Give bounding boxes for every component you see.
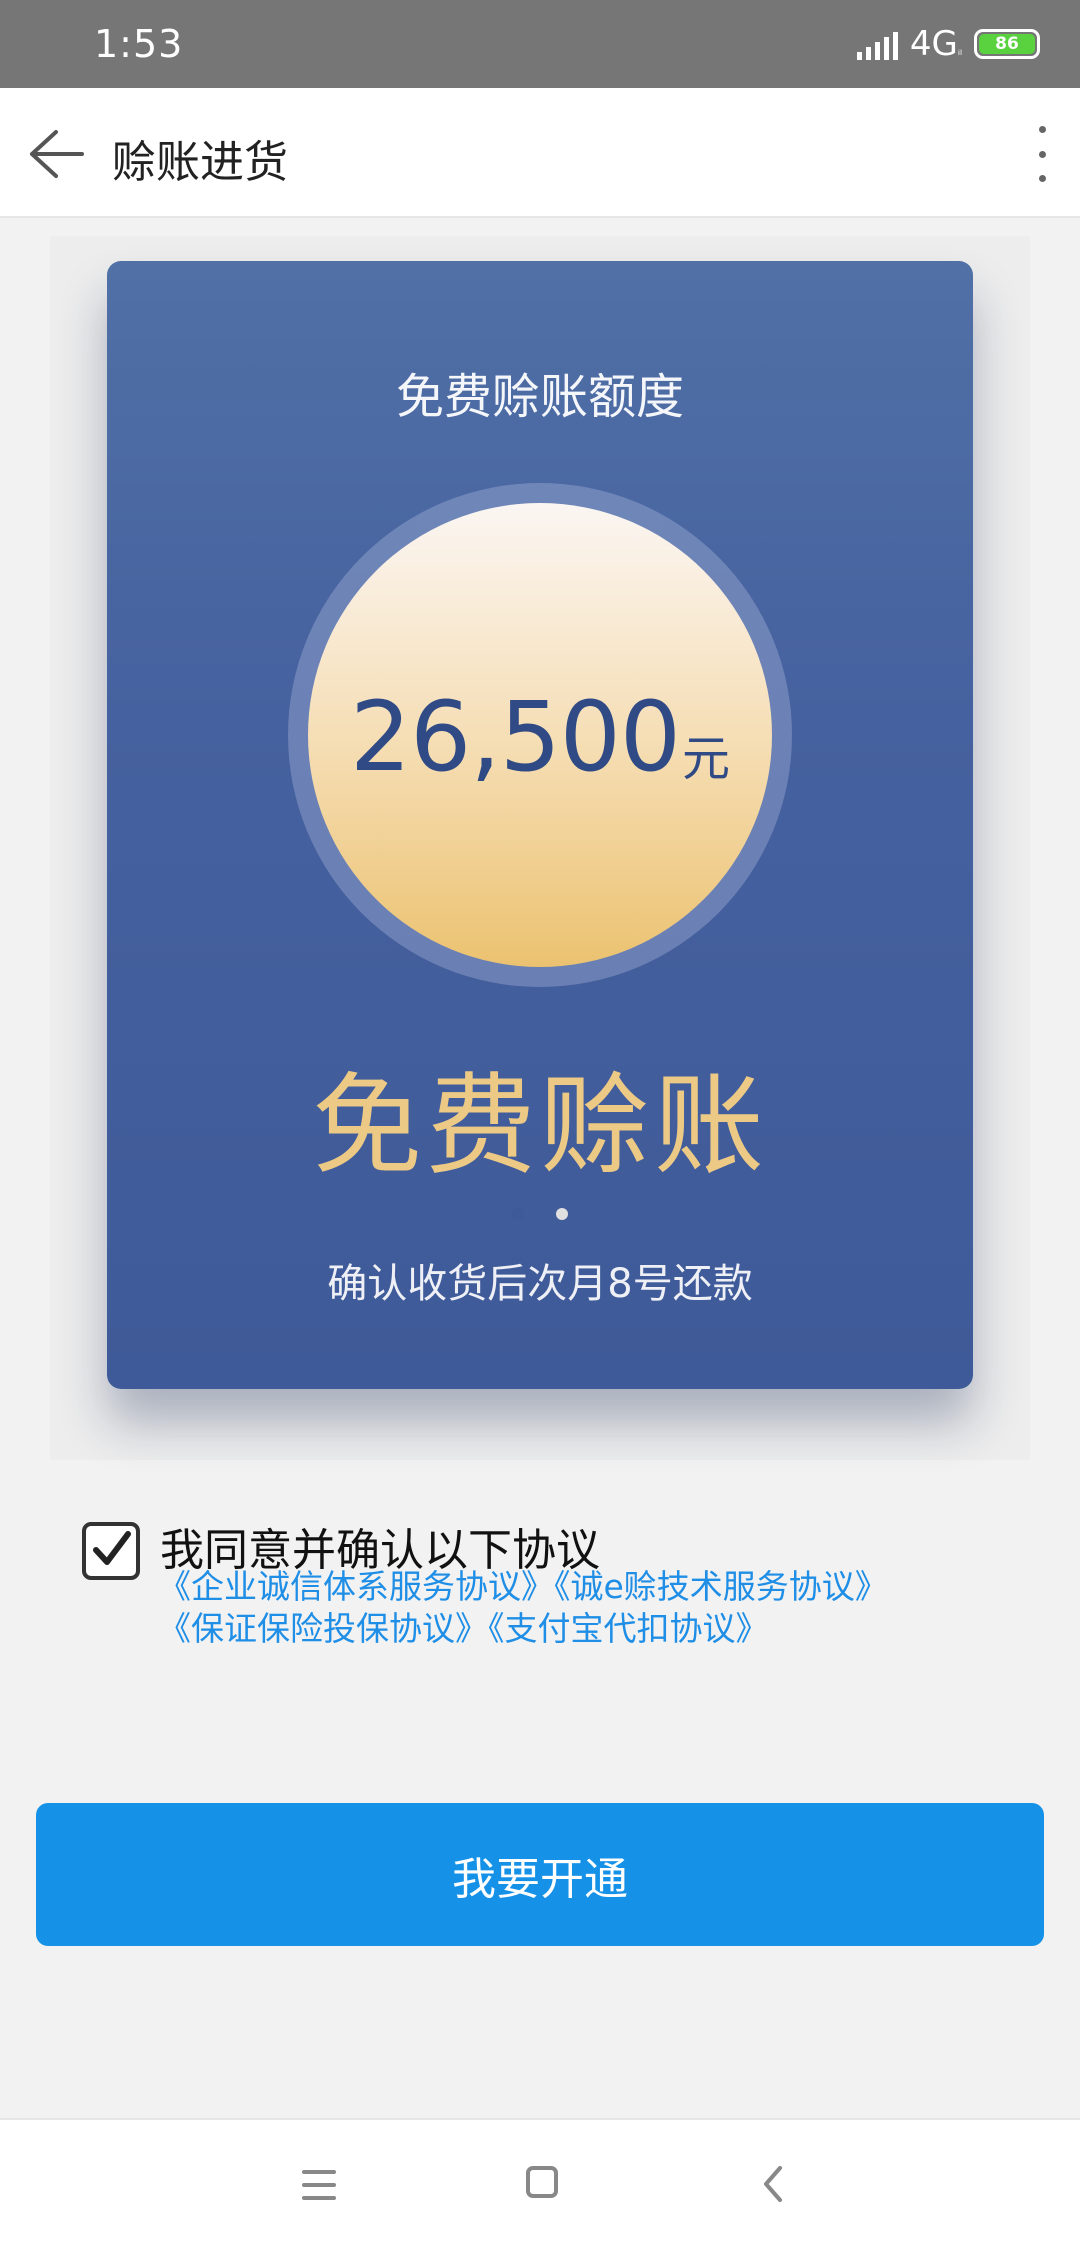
recent-apps-icon[interactable]: [302, 2170, 336, 2200]
credit-unit: 元: [681, 731, 730, 787]
status-icons: 4Gᵢₗ 86: [856, 24, 1040, 64]
back-arrow-icon[interactable]: [26, 124, 86, 184]
app-header: 赊账进货: [0, 88, 1080, 218]
carousel-dot[interactable]: [556, 1208, 568, 1220]
home-icon[interactable]: [526, 2166, 558, 2198]
credit-amount: 26,500: [350, 681, 681, 793]
agreement-link-line-2[interactable]: 《保证保险投保协议》《支付宝代扣协议》: [158, 1608, 888, 1650]
card-slogan: 免费赊账: [312, 1062, 768, 1190]
carousel-dot[interactable]: [512, 1208, 524, 1220]
page-title: 赊账进货: [112, 137, 288, 188]
agreement-checkbox[interactable]: [82, 1522, 140, 1580]
carousel-indicator: [0, 1208, 1080, 1220]
repayment-note: 确认收货后次月8号还款: [327, 1261, 753, 1307]
nav-back-icon[interactable]: [756, 2164, 792, 2204]
amount-circle: 26,500 元: [308, 503, 772, 967]
status-time: 1:53: [94, 22, 184, 66]
more-options-icon[interactable]: [1032, 126, 1052, 182]
open-service-button[interactable]: 我要开通: [36, 1803, 1044, 1946]
agreement-link-line-1[interactable]: 《企业诚信体系服务协议》《诚e赊技术服务协议》: [158, 1566, 888, 1608]
system-nav-bar: [0, 2118, 1080, 2248]
checkmark-icon: [93, 1531, 131, 1565]
status-bar: 1:53 4Gᵢₗ 86: [0, 0, 1080, 88]
agreement-links: 《企业诚信体系服务协议》《诚e赊技术服务协议》 《保证保险投保协议》《支付宝代扣…: [158, 1566, 888, 1650]
credit-carousel[interactable]: 免费赊账额度 26,500 元 免费赊账 确认收货后次月8号还款: [50, 236, 1030, 1460]
signal-icon: [856, 28, 898, 60]
network-type: 4Gᵢₗ: [909, 24, 962, 64]
battery-icon: 86: [974, 29, 1040, 59]
battery-level: 86: [979, 34, 1035, 54]
credit-limit-title: 免费赊账额度: [395, 369, 684, 425]
amount-ring: 26,500 元: [288, 483, 792, 987]
